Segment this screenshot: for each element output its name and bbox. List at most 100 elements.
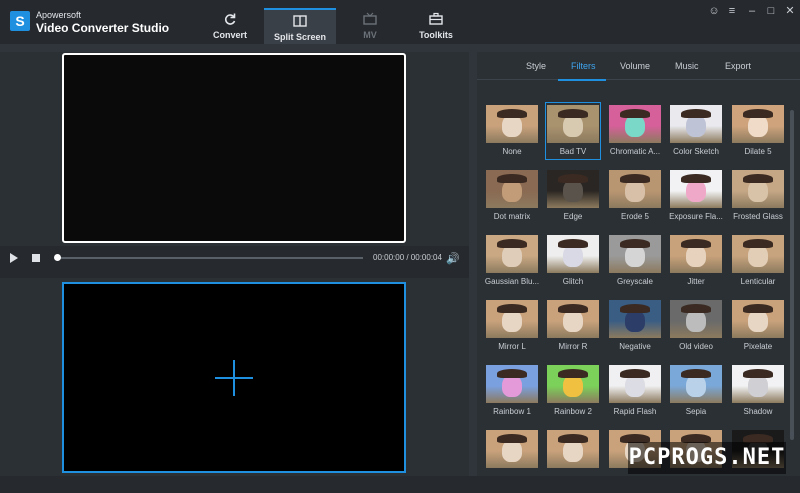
dog-face-icon bbox=[748, 310, 768, 332]
stop-icon[interactable] bbox=[32, 254, 40, 262]
filter-scrollbar[interactable] bbox=[790, 110, 794, 440]
filter-label[interactable]: Jitter bbox=[665, 277, 727, 286]
filter-label[interactable]: Rainbow 1 bbox=[481, 407, 543, 416]
filter-thumbnail[interactable] bbox=[609, 300, 661, 338]
filter-thumbnail[interactable] bbox=[670, 170, 722, 208]
filter-label[interactable]: Color Sketch bbox=[665, 147, 727, 156]
filter-label[interactable]: Greyscale bbox=[604, 277, 666, 286]
dog-face-icon bbox=[625, 180, 645, 202]
filter-label[interactable]: Dot matrix bbox=[481, 212, 543, 221]
filter-label[interactable]: Mirror R bbox=[542, 342, 604, 351]
filter-thumbnail[interactable] bbox=[670, 300, 722, 338]
watermark: PCPROGS.NET bbox=[628, 442, 786, 474]
tab-split-screen[interactable]: Split Screen bbox=[264, 8, 336, 44]
filter-label[interactable]: Lenticular bbox=[727, 277, 789, 286]
filter-thumbnail[interactable] bbox=[486, 300, 538, 338]
filter-label[interactable]: Bad TV bbox=[542, 147, 604, 156]
filter-thumbnail[interactable] bbox=[486, 365, 538, 403]
filter-label[interactable]: Shadow bbox=[727, 407, 789, 416]
dog-face-icon bbox=[686, 180, 706, 202]
menu-icon[interactable]: ≡ bbox=[725, 4, 739, 18]
filter-label[interactable]: None bbox=[481, 147, 543, 156]
dog-face-icon bbox=[563, 180, 583, 202]
filter-thumbnail[interactable] bbox=[547, 300, 599, 338]
filter-thumbnail[interactable] bbox=[547, 430, 599, 468]
seek-handle[interactable] bbox=[54, 254, 61, 261]
filter-label[interactable]: Old video bbox=[665, 342, 727, 351]
filter-thumbnail[interactable] bbox=[732, 365, 784, 403]
filter-label[interactable]: Dilate 5 bbox=[727, 147, 789, 156]
video-preview[interactable] bbox=[62, 53, 406, 243]
tab-toolkits-label: Toolkits bbox=[419, 30, 453, 40]
tab-mv[interactable]: MV bbox=[334, 8, 406, 44]
filter-label[interactable]: Exposure Fla... bbox=[665, 212, 727, 221]
filter-label[interactable]: Edge bbox=[542, 212, 604, 221]
filter-thumbnail[interactable] bbox=[547, 235, 599, 273]
filter-thumbnail[interactable] bbox=[670, 365, 722, 403]
volume-icon[interactable]: 🔊 bbox=[446, 252, 460, 265]
dog-face-icon bbox=[502, 440, 522, 462]
filter-thumbnail[interactable] bbox=[609, 235, 661, 273]
filter-thumbnail[interactable] bbox=[609, 105, 661, 143]
tab-filters[interactable]: Filters bbox=[571, 61, 596, 71]
add-plus-icon-vertical[interactable] bbox=[233, 360, 235, 396]
tab-music[interactable]: Music bbox=[675, 61, 699, 71]
maximize-icon[interactable]: □ bbox=[764, 4, 778, 18]
filter-thumbnail[interactable] bbox=[609, 170, 661, 208]
tab-export[interactable]: Export bbox=[725, 61, 751, 71]
brand-name: Apowersoft bbox=[36, 10, 82, 20]
tab-style[interactable]: Style bbox=[526, 61, 546, 71]
app-window: S Apowersoft Video Converter Studio Conv… bbox=[0, 0, 800, 493]
hat-icon bbox=[497, 369, 527, 378]
filter-label[interactable]: Frosted Glass bbox=[727, 212, 789, 221]
hat-icon bbox=[497, 109, 527, 118]
filter-thumbnail[interactable] bbox=[670, 105, 722, 143]
minimize-icon[interactable]: – bbox=[745, 4, 759, 18]
filter-label[interactable]: Pixelate bbox=[727, 342, 789, 351]
filter-thumbnail[interactable] bbox=[732, 170, 784, 208]
filter-label[interactable]: Rainbow 2 bbox=[542, 407, 604, 416]
dog-face-icon bbox=[748, 375, 768, 397]
dog-face-icon bbox=[748, 180, 768, 202]
hat-icon bbox=[497, 304, 527, 313]
play-icon[interactable] bbox=[10, 253, 18, 263]
app-logo-icon: S bbox=[10, 11, 30, 31]
hat-icon bbox=[743, 239, 773, 248]
filter-thumbnail[interactable] bbox=[547, 105, 599, 143]
filter-label[interactable]: Gaussian Blu... bbox=[481, 277, 543, 286]
filter-thumbnail[interactable] bbox=[609, 365, 661, 403]
filter-thumbnail[interactable] bbox=[732, 105, 784, 143]
panel-divider bbox=[0, 270, 469, 278]
hat-icon bbox=[743, 369, 773, 378]
filter-thumbnail[interactable] bbox=[486, 170, 538, 208]
filter-thumbnail[interactable] bbox=[670, 235, 722, 273]
filter-label[interactable]: Mirror L bbox=[481, 342, 543, 351]
close-icon[interactable]: ✕ bbox=[783, 4, 797, 18]
filter-label[interactable]: Erode 5 bbox=[604, 212, 666, 221]
filter-thumbnail[interactable] bbox=[486, 105, 538, 143]
tab-convert-label: Convert bbox=[212, 30, 247, 40]
filter-thumbnail[interactable] bbox=[732, 235, 784, 273]
dog-face-icon bbox=[563, 245, 583, 267]
hat-icon bbox=[743, 174, 773, 183]
filter-label[interactable]: Rapid Flash bbox=[604, 407, 666, 416]
seek-bar[interactable] bbox=[57, 257, 363, 259]
filter-label[interactable]: Negative bbox=[604, 342, 666, 351]
filter-thumbnail[interactable] bbox=[547, 170, 599, 208]
tab-toolkits[interactable]: Toolkits bbox=[400, 8, 472, 44]
filter-label[interactable]: Sepia bbox=[665, 407, 727, 416]
hat-icon bbox=[681, 369, 711, 378]
account-icon[interactable]: ☺ bbox=[707, 4, 721, 18]
filter-label[interactable]: Chromatic A... bbox=[604, 147, 666, 156]
filter-thumbnail[interactable] bbox=[486, 235, 538, 273]
filter-thumbnail[interactable] bbox=[547, 365, 599, 403]
time-display: 00:00:00 / 00:00:04 bbox=[373, 253, 442, 262]
tab-volume[interactable]: Volume bbox=[620, 61, 650, 71]
filter-thumbnail[interactable] bbox=[486, 430, 538, 468]
tab-split-screen-label: Split Screen bbox=[273, 32, 327, 42]
filter-label[interactable]: Glitch bbox=[542, 277, 604, 286]
tab-convert[interactable]: Convert bbox=[194, 8, 266, 44]
filter-thumbnail[interactable] bbox=[732, 300, 784, 338]
effects-tabs: Style Filters Volume Music Export bbox=[477, 52, 800, 80]
hat-icon bbox=[620, 174, 650, 183]
